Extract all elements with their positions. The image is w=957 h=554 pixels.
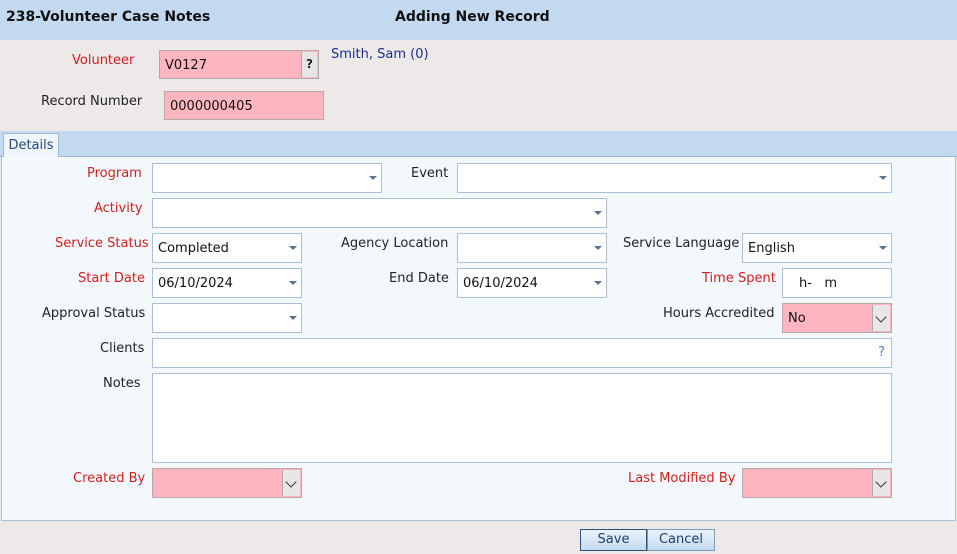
service-status-value: Completed (158, 241, 229, 256)
agency-location-select[interactable] (457, 233, 607, 263)
end-date-value: 06/10/2024 (463, 276, 538, 291)
chevron-down-icon (289, 246, 297, 250)
chevron-down-icon (879, 176, 887, 180)
hours-accredited-value: No (788, 311, 806, 326)
approval-status-label: Approval Status (42, 306, 146, 321)
dropdown-button[interactable] (282, 470, 300, 496)
dropdown-button[interactable] (872, 470, 890, 496)
service-status-select[interactable]: Completed (152, 233, 302, 263)
chevron-down-icon (289, 281, 297, 285)
service-language-label: Service Language (623, 236, 740, 251)
notes-textarea[interactable] (152, 373, 892, 463)
activity-label: Activity (94, 201, 143, 216)
chevron-down-icon (285, 476, 297, 488)
clients-label: Clients (100, 341, 145, 356)
chevron-down-icon (369, 176, 377, 180)
volunteer-value: V0127 (165, 58, 207, 73)
chevron-down-icon (879, 246, 887, 250)
service-status-label: Service Status (55, 236, 149, 251)
window-title: 238-Volunteer Case Notes (6, 9, 211, 25)
service-language-value: English (748, 241, 795, 256)
tab-strip (0, 131, 957, 157)
last-modified-by-select[interactable] (742, 468, 892, 498)
created-by-label: Created By (73, 471, 146, 486)
chevron-down-icon (875, 476, 887, 488)
record-number-field: 0000000405 (164, 91, 324, 120)
save-button[interactable]: Save (580, 529, 647, 551)
time-spent-label: Time Spent (702, 271, 776, 286)
volunteer-input[interactable]: V0127 ? (159, 50, 319, 79)
time-spent-value: h- m (799, 276, 837, 291)
volunteer-lookup-button[interactable]: ? (301, 52, 317, 77)
volunteer-name: Smith, Sam (0) (331, 47, 429, 62)
service-language-select[interactable]: English (742, 233, 892, 263)
chevron-down-icon (875, 311, 887, 323)
chevron-down-icon (594, 246, 602, 250)
chevron-down-icon (594, 211, 602, 215)
hours-accredited-select[interactable]: No (782, 303, 892, 333)
record-number-label: Record Number (41, 94, 143, 109)
program-label: Program (87, 166, 142, 181)
chevron-down-icon (594, 281, 602, 285)
activity-select[interactable] (152, 198, 607, 228)
start-date-value: 06/10/2024 (158, 276, 233, 291)
clients-lookup-button[interactable]: ? (878, 345, 885, 360)
approval-status-select[interactable] (152, 303, 302, 333)
end-date-label: End Date (389, 271, 449, 286)
start-date-label: Start Date (78, 271, 145, 286)
end-date-picker[interactable]: 06/10/2024 (457, 268, 607, 298)
last-modified-by-label: Last Modified By (628, 471, 736, 486)
record-mode-title: Adding New Record (395, 9, 550, 25)
created-by-select[interactable] (152, 468, 302, 498)
dropdown-button[interactable] (872, 305, 890, 331)
volunteer-label: Volunteer (72, 53, 135, 68)
record-number-value: 0000000405 (170, 99, 253, 114)
event-select[interactable] (457, 163, 892, 193)
tab-details[interactable]: Details (3, 133, 59, 158)
start-date-picker[interactable]: 06/10/2024 (152, 268, 302, 298)
program-select[interactable] (152, 163, 382, 193)
time-spent-input[interactable]: h- m (782, 268, 892, 298)
cancel-button[interactable]: Cancel (647, 529, 715, 551)
agency-location-label: Agency Location (341, 236, 449, 251)
notes-label: Notes (103, 376, 141, 391)
clients-input[interactable]: ? (152, 338, 892, 368)
hours-accredited-label: Hours Accredited (663, 306, 775, 321)
chevron-down-icon (289, 316, 297, 320)
event-label: Event (411, 166, 449, 181)
